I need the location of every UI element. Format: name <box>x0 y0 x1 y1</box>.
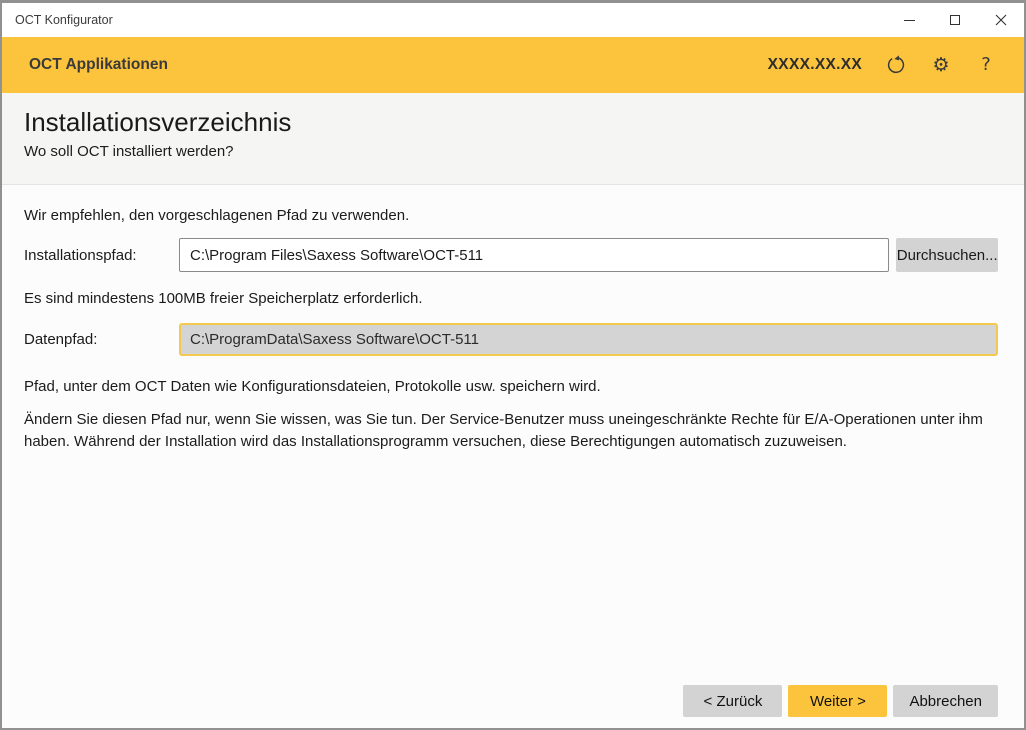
maximize-button[interactable] <box>932 3 978 37</box>
refresh-icon <box>886 55 906 75</box>
data-path-description: Pfad, unter dem OCT Daten wie Konfigurat… <box>24 378 998 395</box>
install-path-label: Installationspfad: <box>24 247 179 264</box>
titlebar[interactable]: OCT Konfigurator <box>2 3 1024 37</box>
window-controls <box>886 3 1024 37</box>
app-header: OCT Applikationen XXXX.XX.XX ⚙ ? <box>2 37 1024 93</box>
page-header: Installationsverzeichnis Wo soll OCT ins… <box>2 93 1024 185</box>
wizard-footer: < Zurück Weiter > Abbrechen <box>683 685 998 717</box>
maximize-icon <box>950 15 960 25</box>
minimize-button[interactable] <box>886 3 932 37</box>
back-button[interactable]: < Zurück <box>683 685 782 717</box>
page-subtitle: Wo soll OCT installiert werden? <box>24 143 1002 160</box>
path-warning-text: Ändern Sie diesen Pfad nur, wenn Sie wis… <box>24 409 998 453</box>
next-button[interactable]: Weiter > <box>788 685 887 717</box>
cancel-button[interactable]: Abbrechen <box>893 685 998 717</box>
installer-window: OCT Konfigurator OCT Applikationen XXXX.… <box>0 0 1026 730</box>
disk-space-note: Es sind mindestens 100MB freier Speicher… <box>24 290 998 307</box>
gear-icon: ⚙ <box>932 56 949 75</box>
refresh-button[interactable] <box>885 54 907 76</box>
settings-button[interactable]: ⚙ <box>930 54 952 76</box>
close-button[interactable] <box>978 3 1024 37</box>
data-path-row: Datenpfad: <box>24 323 998 356</box>
install-path-row: Installationspfad: Durchsuchen... <box>24 238 998 272</box>
page-content: Wir empfehlen, den vorgeschlagenen Pfad … <box>2 185 1024 728</box>
version-label: XXXX.XX.XX <box>768 56 862 74</box>
app-title: OCT Applikationen <box>29 56 168 74</box>
data-path-label: Datenpfad: <box>24 331 179 348</box>
browse-button[interactable]: Durchsuchen... <box>896 238 998 272</box>
install-path-input[interactable] <box>179 238 889 272</box>
help-icon: ? <box>981 56 991 74</box>
page-title: Installationsverzeichnis <box>24 107 1002 138</box>
close-icon <box>995 14 1007 26</box>
data-path-input[interactable] <box>179 323 998 356</box>
recommendation-text: Wir empfehlen, den vorgeschlagenen Pfad … <box>24 207 998 224</box>
help-button[interactable]: ? <box>975 54 997 76</box>
app-header-actions: XXXX.XX.XX ⚙ ? <box>768 54 997 76</box>
minimize-icon <box>904 20 915 21</box>
window-title: OCT Konfigurator <box>2 13 113 27</box>
